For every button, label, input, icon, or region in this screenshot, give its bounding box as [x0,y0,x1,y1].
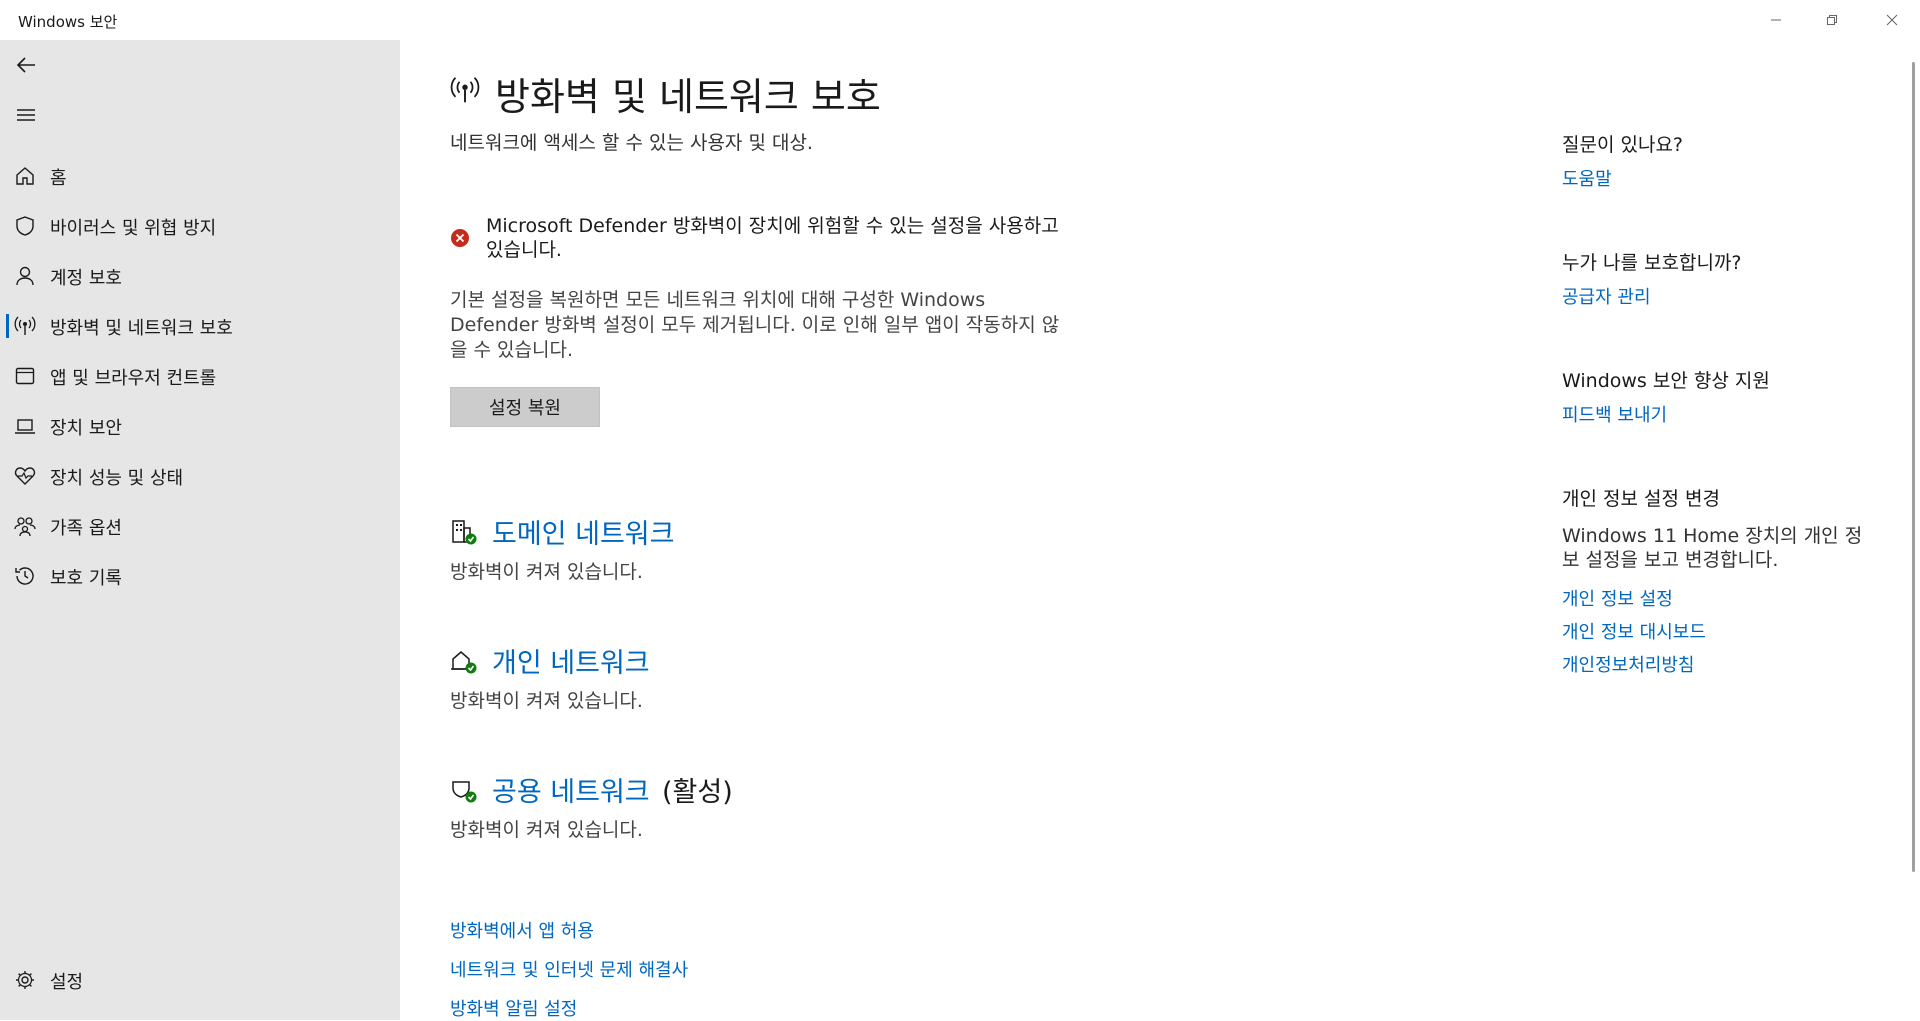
sidebar-item-label: 설정 [50,972,84,993]
sidebar-item-label: 계정 보호 [50,268,122,289]
sidebar-item-home[interactable]: 홈 [0,152,400,198]
sidebar: 홈 바이러스 및 위협 방지 계정 보호 방화벽 및 네트워크 보호 앱 및 브… [0,40,400,1020]
privacy-dashboard-link[interactable]: 개인 정보 대시보드 [1562,618,1706,644]
notification-settings-link[interactable]: 방화벽 알림 설정 [450,995,577,1021]
sidebar-item-settings[interactable]: 설정 [0,956,400,1002]
allow-app-link[interactable]: 방화벽에서 앱 허용 [450,917,594,943]
sidebar-item-label: 가족 옵션 [50,518,122,539]
sidebar-item-history[interactable]: 보호 기록 [0,552,400,598]
sidebar-item-app-browser[interactable]: 앱 및 브라우저 컨트롤 [0,352,400,398]
private-network-icon [450,647,478,675]
scrollbar[interactable] [1912,62,1915,872]
restore-settings-button[interactable]: 설정 복원 [450,387,600,427]
minimize-icon [1770,14,1782,26]
public-network-icon [450,776,478,804]
antenna-icon [14,315,36,337]
restore-button[interactable] [1804,0,1860,40]
hamburger-icon [15,104,37,126]
help-heading: 질문이 있나요? [1562,134,1684,156]
sidebar-item-label: 홈 [50,168,67,189]
title-bar: Windows 보안 [0,0,1920,40]
sidebar-item-family[interactable]: 가족 옵션 [0,502,400,548]
error-icon [450,228,470,248]
improve-heading: Windows 보안 향상 지원 [1562,370,1770,392]
troubleshooter-link[interactable]: 네트워크 및 인터넷 문제 해결사 [450,956,688,982]
heart-pulse-icon [14,465,36,487]
protection-heading: 누가 나를 보호합니까? [1562,252,1742,274]
close-button[interactable] [1864,0,1920,40]
family-icon [14,515,36,537]
close-icon [1886,14,1898,26]
sidebar-item-firewall[interactable]: 방화벽 및 네트워크 보호 [0,302,400,348]
page-title: 방화벽 및 네트워크 보호 [495,75,881,119]
public-network-link[interactable]: 공용 네트워크 [492,770,650,809]
domain-network-icon [450,518,478,546]
active-network-label: (활성) [662,777,733,808]
sidebar-item-virus-protection[interactable]: 바이러스 및 위협 방지 [0,202,400,248]
privacy-heading: 개인 정보 설정 변경 [1562,488,1720,510]
page-subtitle: 네트워크에 액세스 할 수 있는 사용자 및 대상. [450,132,813,154]
back-button[interactable] [8,47,44,83]
alert-message: Microsoft Defender 방화벽이 장치에 위험할 수 있는 설정을… [486,215,1059,261]
privacy-description: Windows 11 Home 장치의 개인 정보 설정을 보고 변경합니다. [1562,525,1863,571]
domain-network-status: 방화벽이 켜져 있습니다. [450,561,643,583]
private-network-status: 방화벽이 켜져 있습니다. [450,690,643,712]
sidebar-item-device-performance[interactable]: 장치 성능 및 상태 [0,452,400,498]
manage-providers-link[interactable]: 공급자 관리 [1562,283,1651,309]
domain-network-link[interactable]: 도메인 네트워크 [492,512,674,551]
sidebar-item-label: 보호 기록 [50,568,122,589]
feedback-link[interactable]: 피드백 보내기 [1562,401,1667,427]
sidebar-item-account-protection[interactable]: 계정 보호 [0,252,400,298]
alert-description: 기본 설정을 복원하면 모든 네트워크 위치에 대해 구성한 Windows D… [450,289,1060,361]
person-icon [14,265,36,287]
sidebar-item-label: 장치 보안 [50,418,122,439]
laptop-icon [14,415,36,437]
sidebar-item-label: 장치 성능 및 상태 [50,468,184,489]
antenna-icon [450,75,480,105]
window-title: Windows 보안 [18,13,118,31]
history-icon [14,565,36,587]
sidebar-item-device-security[interactable]: 장치 보안 [0,402,400,448]
private-network-link[interactable]: 개인 네트워크 [492,641,650,680]
public-network-status: 방화벽이 켜져 있습니다. [450,819,643,841]
privacy-settings-link[interactable]: 개인 정보 설정 [1562,585,1673,611]
privacy-statement-link[interactable]: 개인정보처리방침 [1562,651,1694,677]
back-arrow-icon [15,54,37,76]
help-link[interactable]: 도움말 [1562,165,1612,191]
sidebar-item-label: 방화벽 및 네트워크 보호 [50,318,233,339]
main-content: 방화벽 및 네트워크 보호 네트워크에 액세스 할 수 있는 사용자 및 대상.… [400,40,1920,1020]
menu-button[interactable] [8,97,44,133]
restore-icon [1826,14,1838,26]
sidebar-item-label: 앱 및 브라우저 컨트롤 [50,368,217,389]
minimize-button[interactable] [1748,0,1804,40]
home-icon [14,165,36,187]
sidebar-item-label: 바이러스 및 위협 방지 [50,218,217,239]
shield-icon [14,215,36,237]
app-window-icon [14,365,36,387]
gear-icon [14,969,36,991]
